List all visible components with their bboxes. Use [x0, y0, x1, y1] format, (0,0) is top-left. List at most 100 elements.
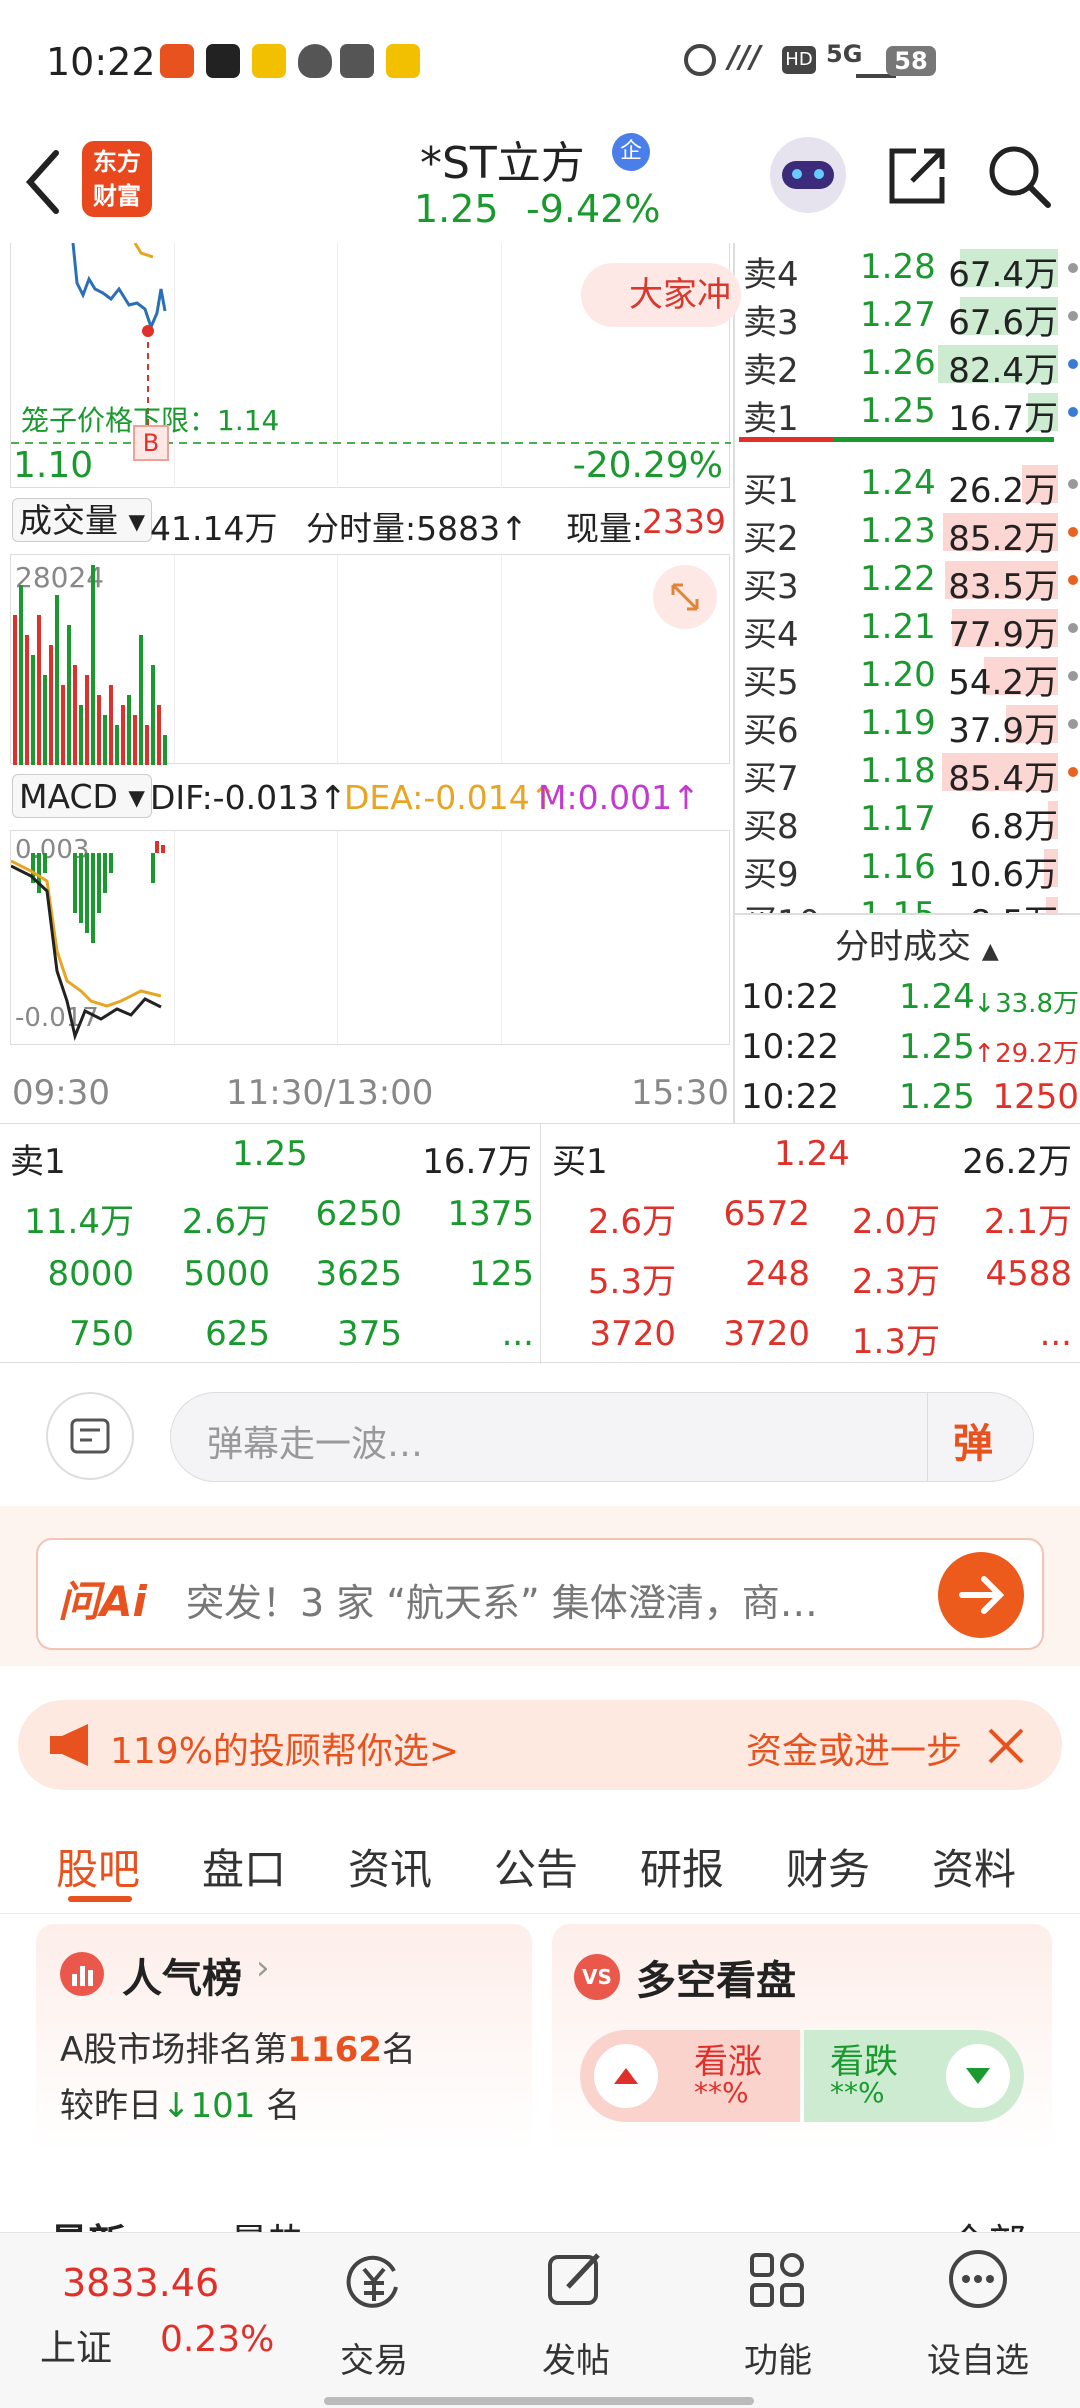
tab-pankou[interactable]: 盘口 [202, 1836, 286, 1897]
ai-banner[interactable]: 问Ai 突发！3 家 “航天系” 集体澄清，商… [36, 1538, 1044, 1650]
bid-label: 买10 [743, 895, 820, 913]
danmu-send-button[interactable]: 弹 [953, 1411, 993, 1469]
home-indicator[interactable] [324, 2397, 754, 2405]
bid-row[interactable]: 买4 1.21 77.9万 [735, 603, 1080, 655]
queue-buy-cell: 3720 [589, 1314, 676, 1354]
expand-icon[interactable] [653, 565, 717, 629]
queue-buy-cell: 4588 [985, 1254, 1072, 1294]
ask-volume: 16.7万 [948, 399, 1058, 439]
promo-right-text: 资金或进一步 [746, 1731, 963, 1772]
ask-row[interactable]: 卖2 1.26 82.4万 [735, 339, 1080, 391]
vote-card: VS 多空看盘 看涨 **% 看跌 **% [552, 1924, 1052, 2154]
filter-latest[interactable]: 最新 [50, 2212, 126, 2232]
volume-header: 成交量 ▾ 41.14万 分时量:5883↑ 现量: 2339 [10, 498, 730, 548]
grid-icon[interactable] [746, 2249, 810, 2313]
robot-avatar-icon[interactable] [770, 137, 846, 213]
danmu-placeholder: 弹幕走一波… [207, 1424, 424, 1465]
vote-up-button[interactable]: 看涨 **% [580, 2030, 800, 2122]
popularity-card[interactable]: 人气榜 › A股市场排名第1162名 较昨日↓101 名 [36, 1924, 532, 2154]
index-change[interactable]: 0.23% [160, 2319, 274, 2360]
arrow-right-icon[interactable] [938, 1552, 1024, 1638]
bid-row[interactable]: 买9 1.16 10.6万 [735, 843, 1080, 895]
bid-label: 买5 [743, 663, 799, 703]
trade-volume: ↓33.8万 [973, 989, 1079, 1019]
bid-row[interactable]: 买2 1.23 85.2万 [735, 507, 1080, 559]
bid-row-partial[interactable]: 买10 1.15 8.5万 [735, 891, 1080, 913]
ask-label: 卖4 [743, 255, 799, 295]
bid-price: 1.19 [860, 703, 936, 743]
chevron-left-icon[interactable] [22, 147, 62, 217]
queue-buy-total: 26.2万 [962, 1142, 1072, 1182]
battery-icon: 58 [886, 46, 936, 76]
nav-add-watchlist[interactable]: 设自选 [898, 2333, 1058, 2382]
order-queue: 卖1 1.25 16.7万 买1 1.24 26.2万 11.4万 2.6万 6… [0, 1123, 1080, 1364]
queue-sell-label: 卖1 [10, 1142, 66, 1182]
tab-announcements[interactable]: 公告 [494, 1836, 578, 1897]
bid-price: 1.18 [860, 751, 936, 791]
vote-down-value: **% [830, 2076, 885, 2109]
trades-title[interactable]: 分时成交 ▲ [835, 919, 999, 968]
tab-research[interactable]: 研报 [640, 1836, 724, 1897]
macd-lines [11, 841, 165, 1042]
vote-down-button[interactable]: 看跌 **% [804, 2030, 1024, 2122]
stock-header: 东方 财富 *ST立方 企 1.25 -9.42% [0, 125, 1080, 243]
bid-volume: 26.2万 [948, 471, 1058, 511]
index-value[interactable]: 3833.46 [62, 2261, 219, 2305]
ask-bid-divider [739, 437, 834, 442]
search-icon[interactable] [986, 143, 1054, 211]
ask-row[interactable]: 卖3 1.27 67.6万 [735, 291, 1080, 343]
nav-trade[interactable]: 交易 [294, 2333, 454, 2382]
more-icon[interactable] [946, 2247, 1010, 2311]
queue-sell-cell: ... [501, 1314, 534, 1354]
tab-profile[interactable]: 资料 [932, 1836, 1016, 1897]
bid-volume: 85.2万 [948, 519, 1058, 559]
nav-post[interactable]: 发帖 [496, 2333, 656, 2382]
ask-price: 1.25 [860, 391, 936, 431]
tab-news[interactable]: 资讯 [348, 1836, 432, 1897]
stock-price: 1.25 [414, 187, 499, 231]
bid-volume: 83.5万 [948, 567, 1058, 607]
ask-row[interactable]: 卖4 1.28 67.4万 [735, 243, 1080, 295]
danmu-settings-icon[interactable] [46, 1392, 134, 1480]
edit-icon[interactable] [544, 2247, 608, 2311]
danmu-bar: 弹幕走一波… 弹 [0, 1364, 1080, 1504]
volume-selector[interactable]: 成交量 ▾ [12, 498, 153, 542]
intraday-chart[interactable]: 大家冲 笼子价格下限：1.14 B 1.10 -20.29% 成交量 ▾ 41.… [0, 243, 741, 1123]
status-time: 10:22 [46, 40, 156, 84]
time-mid: 11:30/13:00 [226, 1073, 434, 1113]
bid-row[interactable]: 买3 1.22 83.5万 [735, 555, 1080, 607]
bid-row[interactable]: 买7 1.18 85.4万 [735, 747, 1080, 799]
bid-row[interactable]: 买5 1.20 54.2万 [735, 651, 1080, 703]
status-bar: 10:22 /// HD 5G 58 [0, 0, 1080, 125]
close-icon[interactable] [984, 1724, 1028, 1768]
bid-row[interactable]: 买1 1.24 26.2万 [735, 459, 1080, 511]
tab-indicator [68, 1896, 132, 1902]
bid-row[interactable]: 买6 1.19 37.9万 [735, 699, 1080, 751]
notice-bubble[interactable]: 大家冲 [581, 263, 741, 327]
queue-sell-cell: 8000 [47, 1254, 134, 1294]
macd-selector[interactable]: MACD ▾ [12, 774, 152, 818]
tab-guba[interactable]: 股吧 [56, 1836, 140, 1897]
bid-label: 买2 [743, 519, 799, 559]
enterprise-badge: 企 [612, 133, 650, 171]
queue-sell-cell: 750 [69, 1314, 134, 1354]
filter-all[interactable]: 全部 [950, 2212, 1026, 2232]
trade-price: 1.24 [899, 977, 975, 1017]
ask-row[interactable]: 卖1 1.25 16.7万 [735, 387, 1080, 439]
danmu-input[interactable]: 弹幕走一波… 弹 [170, 1392, 1034, 1482]
queue-buy-cell: ... [1039, 1314, 1072, 1354]
queue-buy-cell: 2.1万 [983, 1202, 1072, 1242]
index-name[interactable]: 上证 [40, 2319, 112, 2371]
queue-sell-cell: 3625 [315, 1254, 402, 1294]
eastmoney-logo[interactable]: 东方 财富 [82, 141, 152, 217]
filter-hottest[interactable]: 最热 [230, 2212, 306, 2232]
rank-value: 1162 [287, 2030, 382, 2070]
tab-finance[interactable]: 财务 [786, 1836, 870, 1897]
bottom-nav: 3833.46 上证 0.23% 交易 发帖 功能 设自选 [0, 2232, 1080, 2408]
queue-sell-cell: 375 [337, 1314, 402, 1354]
share-icon[interactable] [886, 145, 948, 207]
bid-row[interactable]: 买8 1.17 6.8万 [735, 795, 1080, 847]
yuan-exchange-icon[interactable] [342, 2249, 406, 2313]
promo-bar[interactable]: 119%的投顾帮你选> 资金或进一步 [18, 1700, 1062, 1790]
nav-functions[interactable]: 功能 [698, 2333, 858, 2382]
